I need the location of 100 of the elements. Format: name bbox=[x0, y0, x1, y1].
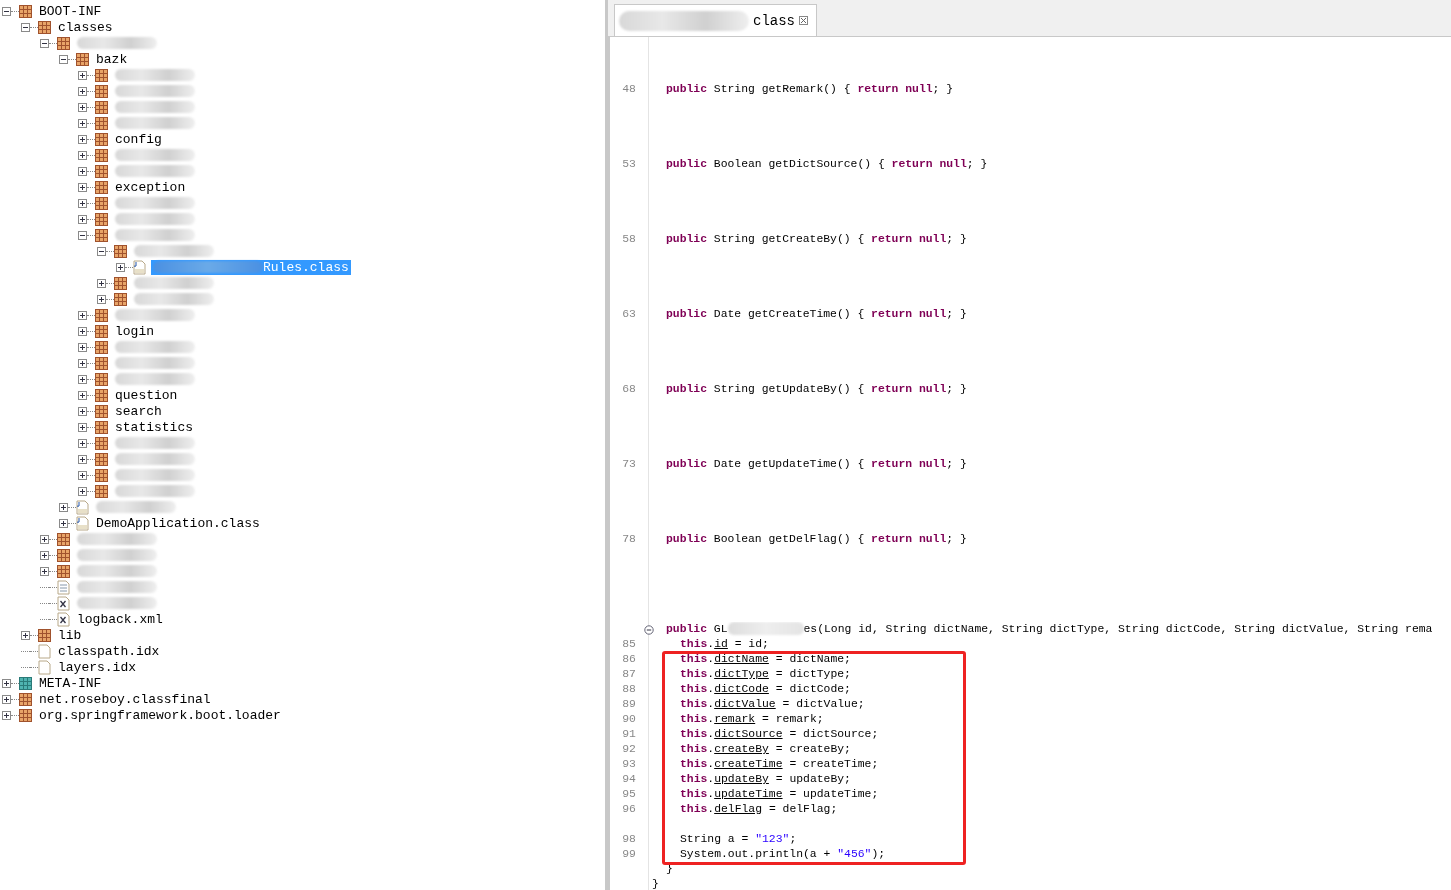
expand-toggle[interactable] bbox=[78, 374, 87, 384]
code-line: this.createBy = createBy; bbox=[680, 742, 851, 757]
expand-toggle[interactable] bbox=[78, 198, 87, 208]
line-number: 91 bbox=[622, 728, 636, 740]
tree-item[interactable]: classes bbox=[56, 19, 115, 35]
expand-toggle[interactable] bbox=[21, 630, 30, 640]
collapse-toggle[interactable] bbox=[97, 246, 106, 256]
expand-toggle[interactable] bbox=[78, 326, 87, 336]
expand-toggle[interactable] bbox=[116, 262, 125, 272]
tree-item[interactable]: lib bbox=[56, 627, 84, 643]
package-icon bbox=[95, 180, 108, 194]
code-line: System.out.println(a + "456"); bbox=[680, 847, 886, 862]
expand-toggle[interactable] bbox=[78, 390, 87, 400]
package-icon bbox=[57, 548, 70, 562]
collapse-icon[interactable] bbox=[644, 625, 654, 635]
line-number: 68 bbox=[622, 383, 636, 395]
collapse-toggle[interactable] bbox=[78, 230, 87, 240]
line-number: 87 bbox=[622, 668, 636, 680]
tree-item[interactable]: DemoApplication.class bbox=[94, 515, 262, 531]
expand-toggle[interactable] bbox=[78, 470, 87, 480]
expand-toggle[interactable] bbox=[2, 694, 11, 704]
package-icon bbox=[95, 388, 108, 402]
expand-toggle[interactable] bbox=[2, 710, 11, 720]
package-icon bbox=[38, 20, 51, 34]
line-number: 95 bbox=[622, 788, 636, 800]
code-line: this.createTime = createTime; bbox=[680, 757, 879, 772]
tree-item[interactable]: bazk bbox=[94, 51, 130, 67]
code-line: this.updateTime = updateTime; bbox=[680, 787, 879, 802]
code-line: public String getCreateBy() { return null; } bbox=[666, 232, 967, 247]
expand-toggle[interactable] bbox=[78, 150, 87, 160]
line-number: 78 bbox=[622, 533, 636, 545]
code-line: this.remark = remark; bbox=[680, 712, 824, 727]
tree-item[interactable]: search bbox=[113, 403, 164, 419]
expand-toggle[interactable] bbox=[40, 566, 49, 576]
tree-item[interactable]: BOOT-INF bbox=[37, 3, 104, 19]
package-icon bbox=[95, 436, 108, 450]
expand-toggle[interactable] bbox=[78, 310, 87, 320]
expand-toggle[interactable] bbox=[78, 134, 87, 144]
expand-toggle[interactable] bbox=[78, 342, 87, 352]
expand-toggle[interactable] bbox=[59, 518, 68, 528]
tree-item[interactable]: config bbox=[113, 131, 164, 147]
package-icon bbox=[95, 164, 108, 178]
collapse-toggle[interactable] bbox=[40, 38, 49, 48]
tree-item[interactable]: META-INF bbox=[37, 675, 104, 691]
line-number: 93 bbox=[622, 758, 636, 770]
expand-toggle[interactable] bbox=[97, 278, 106, 288]
package-icon bbox=[95, 196, 108, 210]
line-number: 86 bbox=[622, 653, 636, 665]
code-line: public Boolean getDictSource() { return null; } bbox=[666, 157, 988, 172]
expand-toggle[interactable] bbox=[59, 502, 68, 512]
expand-toggle[interactable] bbox=[78, 182, 87, 192]
close-icon[interactable] bbox=[799, 16, 808, 25]
class-file-icon bbox=[133, 259, 146, 275]
expand-toggle[interactable] bbox=[78, 406, 87, 416]
expand-toggle[interactable] bbox=[78, 438, 87, 448]
expand-toggle[interactable] bbox=[78, 118, 87, 128]
package-icon bbox=[19, 692, 32, 706]
tree-item[interactable]: classpath.idx bbox=[56, 643, 162, 659]
package-icon bbox=[57, 532, 70, 546]
package-icon bbox=[95, 356, 108, 370]
line-number: 63 bbox=[622, 308, 636, 320]
expand-toggle[interactable] bbox=[78, 358, 87, 368]
tree-item[interactable]: logback.xml bbox=[75, 611, 165, 627]
xml-file-icon bbox=[57, 611, 70, 627]
tree-item[interactable]: question bbox=[113, 387, 180, 403]
tree-item[interactable]: login bbox=[113, 323, 156, 339]
expand-toggle[interactable] bbox=[40, 534, 49, 544]
expand-toggle[interactable] bbox=[78, 454, 87, 464]
expand-toggle[interactable] bbox=[78, 422, 87, 432]
editor-tab[interactable]: class bbox=[614, 4, 817, 36]
collapse-toggle[interactable] bbox=[2, 6, 11, 16]
package-icon bbox=[95, 372, 108, 386]
package-icon bbox=[95, 132, 108, 146]
package-icon bbox=[95, 148, 108, 162]
expand-toggle[interactable] bbox=[78, 214, 87, 224]
code-line: this.updateBy = updateBy; bbox=[680, 772, 851, 787]
expand-toggle[interactable] bbox=[78, 486, 87, 496]
expand-toggle[interactable] bbox=[78, 166, 87, 176]
tree-item[interactable]: org.springframework.boot.loader bbox=[37, 707, 283, 723]
expand-toggle[interactable] bbox=[97, 294, 106, 304]
code-line: this.dictName = dictName; bbox=[680, 652, 851, 667]
collapse-toggle[interactable] bbox=[21, 22, 30, 32]
package-icon bbox=[76, 52, 89, 66]
tree-item[interactable]: layers.idx bbox=[56, 659, 138, 675]
expand-toggle[interactable] bbox=[78, 102, 87, 112]
tree-item[interactable]: statistics bbox=[113, 419, 195, 435]
code-line: this.id = id; bbox=[680, 637, 769, 652]
tree-item[interactable]: net.roseboy.classfinal bbox=[37, 691, 213, 707]
properties-file-icon bbox=[57, 579, 70, 595]
collapse-toggle[interactable] bbox=[59, 54, 68, 64]
package-icon bbox=[38, 628, 51, 642]
code-line: public String getUpdateBy() { return null; } bbox=[666, 382, 967, 397]
expand-toggle[interactable] bbox=[78, 86, 87, 96]
expand-toggle[interactable] bbox=[40, 550, 49, 560]
package-icon bbox=[95, 404, 108, 418]
code-line: this.dictType = dictType; bbox=[680, 667, 851, 682]
expand-toggle[interactable] bbox=[2, 678, 11, 688]
package-icon bbox=[19, 676, 32, 690]
tree-item[interactable]: exception bbox=[113, 179, 188, 195]
expand-toggle[interactable] bbox=[78, 70, 87, 80]
